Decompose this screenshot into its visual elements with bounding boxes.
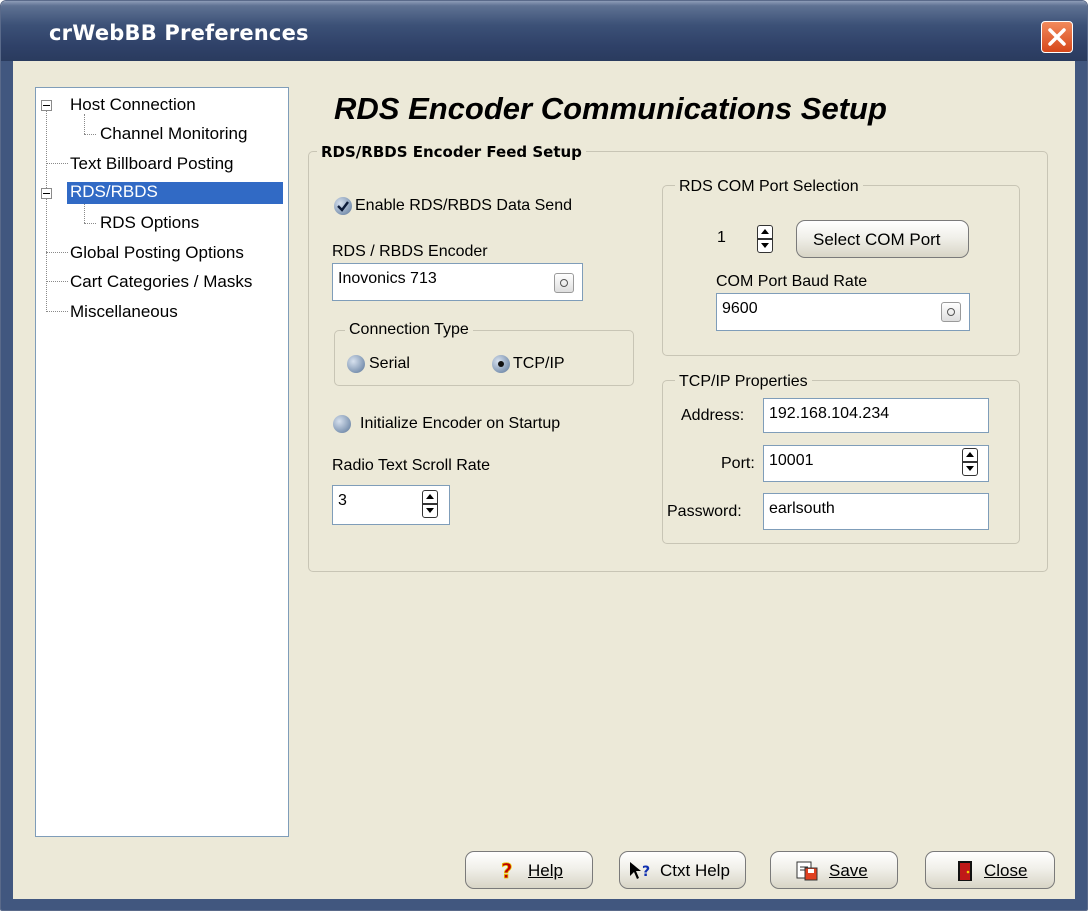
settings-tree[interactable]: Host Connection Channel Monitoring Text … [35, 87, 289, 837]
tcpip-properties-label: TCP/IP Properties [675, 373, 812, 391]
encoder-dropdown-button[interactable] [554, 273, 574, 293]
port-label: Port: [721, 455, 755, 472]
scroll-rate-value: 3 [338, 492, 347, 509]
context-help-label: Ctxt Help [660, 861, 730, 880]
context-help-icon: ? [628, 860, 656, 887]
password-value: earlsouth [769, 500, 835, 517]
tree-item-cart-categories-masks[interactable]: Cart Categories / Masks [70, 272, 252, 292]
baud-rate-value: 9600 [722, 300, 758, 317]
serial-radio-label[interactable]: Serial [369, 355, 410, 373]
tree-item-rds-options[interactable]: RDS Options [100, 213, 199, 233]
address-label: Address: [681, 407, 745, 424]
context-help-button[interactable]: ? Ctxt Help [619, 851, 746, 889]
com-port-spinner[interactable] [757, 224, 773, 254]
collapse-icon[interactable] [41, 188, 52, 199]
feed-setup-label: RDS/RBDS Encoder Feed Setup [317, 143, 586, 161]
tree-item-global-posting-options[interactable]: Global Posting Options [70, 243, 244, 263]
tree-line [46, 311, 68, 312]
password-field[interactable]: earlsouth [763, 493, 989, 530]
window-frame-bottom [1, 899, 1087, 910]
tcpip-radio-label[interactable]: TCP/IP [513, 355, 565, 373]
encoder-value: Inovonics 713 [338, 270, 437, 287]
baud-rate-label: COM Port Baud Rate [716, 273, 868, 290]
tcpip-radio[interactable] [492, 355, 510, 373]
tree-item-rds-rbds[interactable]: RDS/RBDS [67, 182, 283, 204]
close-label: Close [984, 861, 1028, 880]
connection-type-label: Connection Type [345, 321, 473, 339]
svg-text:?: ? [501, 860, 513, 882]
title-bar: crWebBB Preferences [1, 1, 1087, 61]
preferences-window: crWebBB Preferences Host Connection Chan… [0, 0, 1088, 911]
initialize-encoder-checkbox[interactable] [333, 415, 351, 433]
enable-rds-label[interactable]: Enable RDS/RBDS Data Send [355, 197, 572, 215]
tree-item-host-connection[interactable]: Host Connection [70, 95, 196, 115]
tree-line [46, 281, 68, 282]
port-field[interactable]: 10001 [763, 445, 989, 482]
svg-text:?: ? [642, 864, 650, 880]
tree-line [84, 203, 85, 223]
window-title: crWebBB Preferences [49, 21, 309, 45]
tree-item-miscellaneous[interactable]: Miscellaneous [70, 302, 178, 322]
window-frame-right [1075, 61, 1087, 910]
door-icon [956, 860, 974, 887]
port-spinner[interactable] [962, 447, 978, 477]
save-label: Save [829, 861, 868, 880]
tree-item-channel-monitoring[interactable]: Channel Monitoring [100, 124, 247, 144]
encoder-select[interactable]: Inovonics 713 [332, 263, 583, 301]
tree-line [46, 252, 68, 253]
address-value: 192.168.104.234 [769, 405, 890, 422]
select-com-port-label: Select COM Port [813, 230, 941, 249]
save-icon [795, 860, 821, 887]
help-label: Help [528, 861, 563, 880]
port-value: 10001 [769, 452, 814, 469]
enable-rds-checkbox[interactable] [334, 197, 352, 215]
address-field[interactable]: 192.168.104.234 [763, 398, 989, 433]
select-com-port-button[interactable]: Select COM Port [796, 220, 969, 258]
help-icon: ? [498, 859, 518, 887]
baud-rate-select[interactable]: 9600 [716, 293, 970, 331]
com-port-group-label: RDS COM Port Selection [675, 178, 863, 196]
close-icon [1048, 28, 1066, 46]
save-button[interactable]: Save [770, 851, 898, 889]
page-title: RDS Encoder Communications Setup [334, 91, 887, 126]
initialize-encoder-label[interactable]: Initialize Encoder on Startup [360, 415, 560, 433]
collapse-icon[interactable] [41, 100, 52, 111]
help-button[interactable]: ? Help [465, 851, 593, 889]
baud-rate-dropdown-button[interactable] [941, 302, 961, 322]
scroll-rate-spinner[interactable] [422, 489, 438, 519]
close-button[interactable]: Close [925, 851, 1055, 889]
encoder-label: RDS / RBDS Encoder [332, 243, 488, 260]
tree-line [46, 163, 68, 164]
window-frame-left [1, 61, 13, 910]
password-label: Password: [667, 503, 742, 520]
scroll-rate-label: Radio Text Scroll Rate [332, 457, 490, 474]
tree-item-text-billboard-posting[interactable]: Text Billboard Posting [70, 154, 233, 174]
tree-line [84, 223, 96, 224]
tree-line [84, 114, 85, 134]
tree-line [84, 134, 96, 135]
checkmark-icon [337, 201, 349, 212]
serial-radio[interactable] [347, 355, 365, 373]
window-close-button[interactable] [1041, 21, 1073, 53]
com-port-value[interactable]: 1 [717, 229, 726, 247]
